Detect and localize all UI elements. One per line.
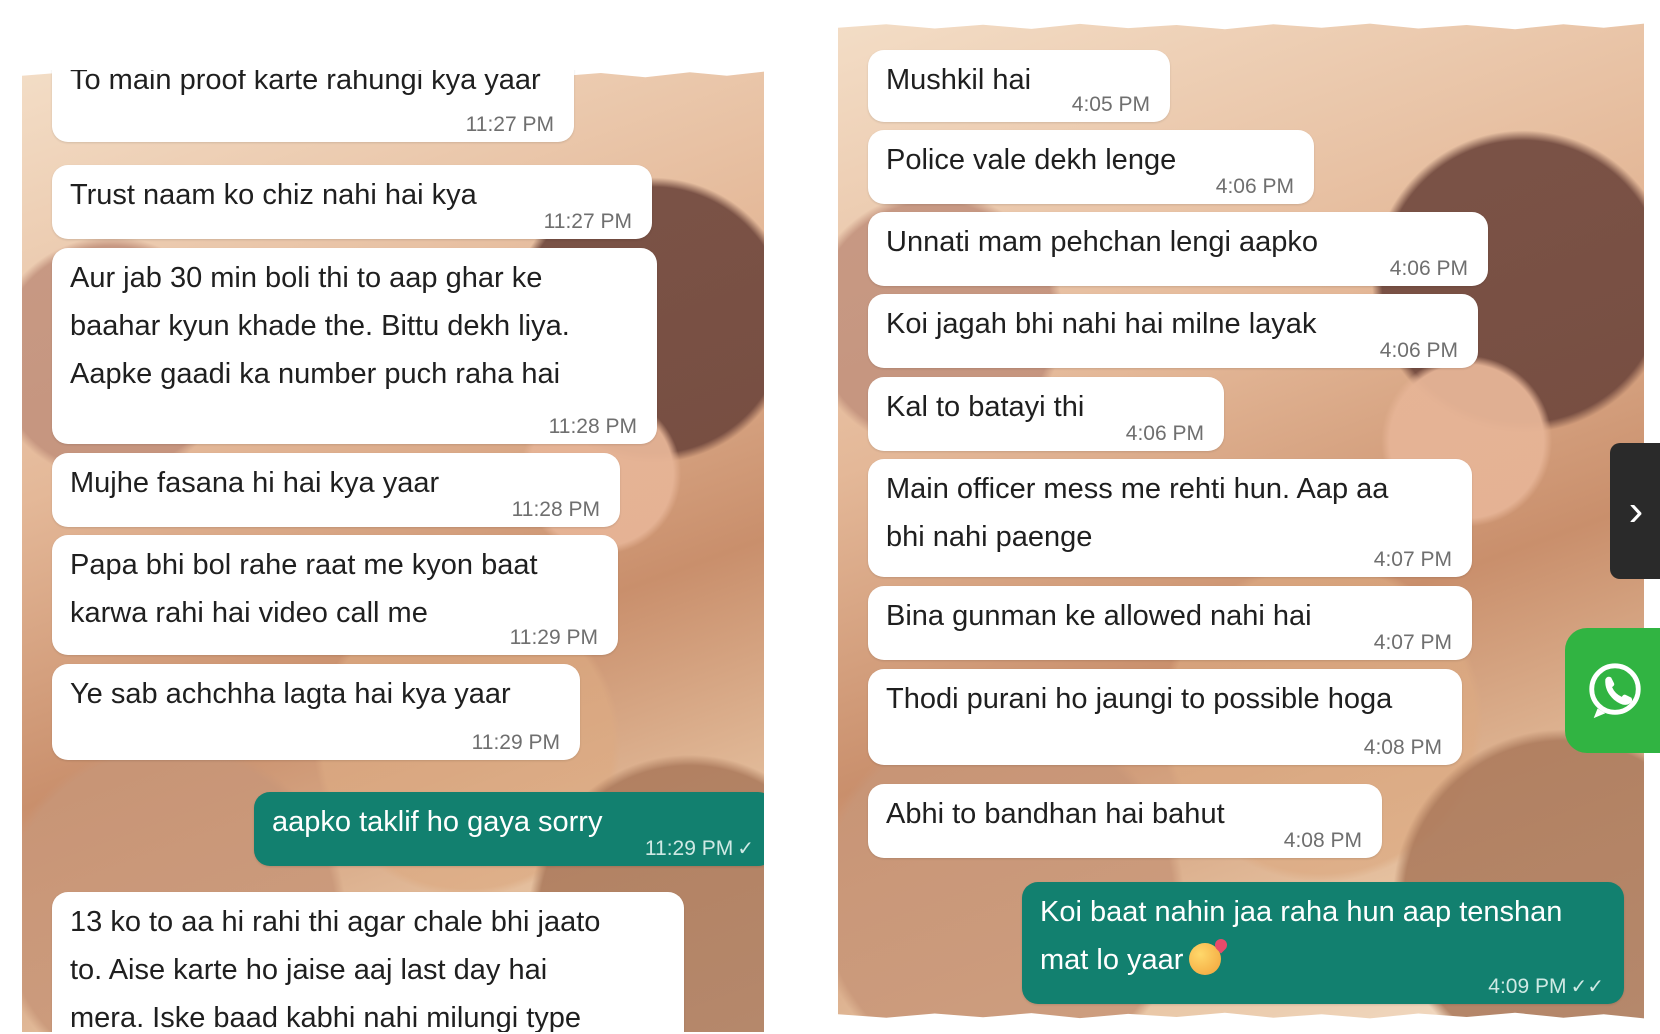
message-bubble: Abhi to bandhan hai bahut 4:08 PM (868, 784, 1382, 858)
message-bubble: Bina gunman ke allowed nahi hai 4:07 PM (868, 586, 1472, 660)
message-time: 11:27 PM (465, 113, 554, 136)
message-time: 4:07 PM (1373, 548, 1452, 571)
message-time: 4:06 PM (1125, 422, 1204, 445)
read-receipt-icon: ✓ (737, 838, 754, 860)
message-text: Papa bhi bol rahe raat me kyon baat karw… (70, 549, 538, 629)
whatsapp-icon (1589, 662, 1641, 718)
message-bubble: Papa bhi bol rahe raat me kyon baat karw… (52, 535, 618, 655)
torn-edge-top (838, 22, 1644, 30)
chevron-right-icon: › (1628, 486, 1644, 535)
message-time: 11:28 PM (548, 415, 637, 438)
message-time: 4:07 PM (1373, 631, 1452, 654)
message-bubble: Police vale dekh lenge 4:06 PM (868, 130, 1314, 204)
message-time: 4:05 PM (1071, 93, 1150, 116)
message-bubble: 13 ko to aa hi rahi thi agar chale bhi j… (52, 892, 684, 1032)
message-text: Bina gunman ke allowed nahi hai (886, 600, 1312, 632)
message-text: Thodi purani ho jaungi to possible hoga (886, 683, 1393, 715)
message-bubble-outgoing: aapko taklif ho gaya sorry 11:29 PM ✓ (254, 792, 764, 866)
message-bubble: To main proof karte rahungi kya yaar 11:… (52, 70, 574, 142)
message-bubble: Aur jab 30 min boli thi to aap ghar ke b… (52, 248, 657, 444)
message-text: Aur jab 30 min boli thi to aap ghar ke b… (70, 262, 570, 390)
message-time: 11:29 PM (471, 731, 560, 754)
double-check-icon: ✓✓ (1570, 976, 1604, 998)
left-chat-screenshot: To main proof karte rahungi kya yaar 11:… (22, 70, 764, 1032)
message-bubble: Koi jagah bhi nahi hai milne layak 4:06 … (868, 294, 1478, 368)
smiling-face-with-hearts-icon (1189, 943, 1222, 975)
message-time: 4:08 PM (1283, 829, 1362, 852)
message-text: Main officer mess me rehti hun. Aap aa b… (886, 473, 1389, 553)
message-text: Koi jagah bhi nahi hai milne layak (886, 308, 1317, 340)
torn-edge-bottom (838, 1010, 1644, 1020)
message-text: To main proof karte rahungi kya yaar (70, 70, 541, 96)
message-bubble: Kal to batayi thi 4:06 PM (868, 377, 1224, 451)
message-bubble: Mujhe fasana hi hai kya yaar 11:28 PM (52, 453, 620, 527)
message-time: 4:09 PM ✓✓ (1488, 975, 1604, 998)
message-text: Ye sab achchha lagta hai kya yaar (70, 678, 511, 710)
message-bubble: Main officer mess me rehti hun. Aap aa b… (868, 459, 1472, 577)
message-time: 11:29 PM ✓ (644, 837, 754, 860)
message-time: 4:06 PM (1389, 257, 1468, 280)
message-bubble: Trust naam ko chiz nahi hai kya 11:27 PM (52, 165, 652, 239)
message-bubble: Mushkil hai 4:05 PM (868, 50, 1170, 122)
message-time: 11:28 PM (511, 498, 600, 521)
message-time: 11:27 PM (543, 210, 632, 233)
message-time: 4:06 PM (1379, 339, 1458, 362)
next-arrow-button[interactable]: › (1610, 443, 1660, 579)
message-time: 11:29 PM (509, 626, 598, 649)
message-text: Koi baat nahin jaa raha hun aap tenshan … (1040, 896, 1563, 976)
message-text: 13 ko to aa hi rahi thi agar chale bhi j… (70, 906, 601, 1032)
message-time: 4:08 PM (1363, 736, 1442, 759)
message-bubble-outgoing: Koi baat nahin jaa raha hun aap tenshan … (1022, 882, 1624, 1004)
whatsapp-float-button[interactable] (1565, 628, 1660, 753)
screenshot-collage: To main proof karte rahungi kya yaar 11:… (0, 0, 1660, 1034)
right-chat-screenshot: Mushkil hai 4:05 PM Police vale dekh len… (838, 22, 1644, 1020)
message-time: 4:06 PM (1215, 175, 1294, 198)
message-bubble: Ye sab achchha lagta hai kya yaar 11:29 … (52, 664, 580, 760)
message-text: Unnati mam pehchan lengi aapko (886, 226, 1319, 258)
message-bubble: Unnati mam pehchan lengi aapko 4:06 PM (868, 212, 1488, 286)
message-bubble: Thodi purani ho jaungi to possible hoga … (868, 669, 1462, 765)
